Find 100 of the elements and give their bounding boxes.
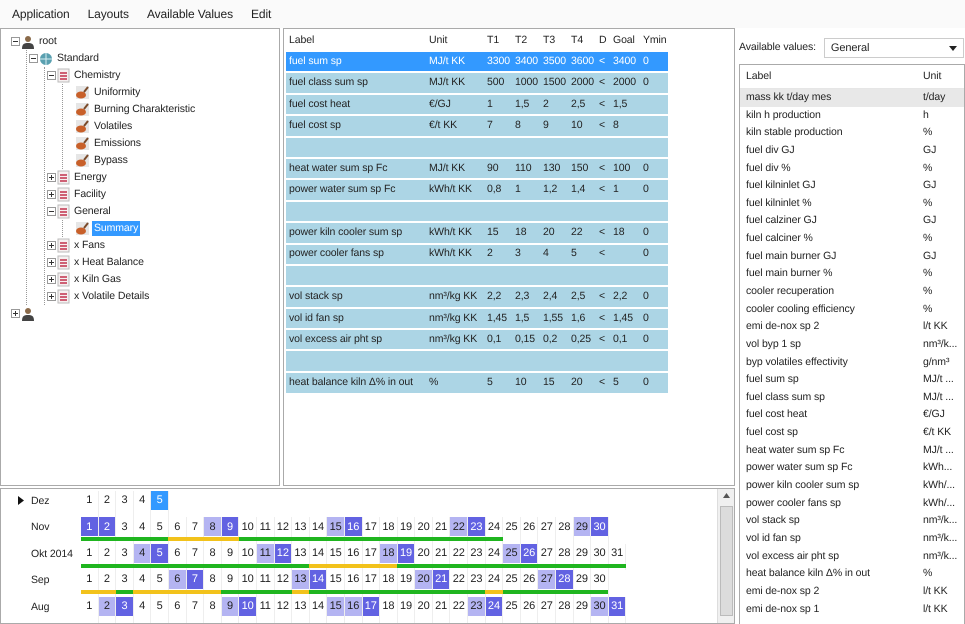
day-cell[interactable]: 4 [134,517,150,536]
day-cell[interactable]: 12 [274,570,292,590]
day-cell[interactable]: 7 [186,596,204,616]
day-cell[interactable]: 10 [239,544,256,563]
list-item[interactable]: emi de-nox sp 1 [740,602,923,618]
tree-item[interactable]: General [72,204,113,220]
day-cell[interactable]: 26 [520,517,538,536]
day-cell[interactable]: 5 [151,544,168,563]
list-item[interactable]: fuel main burner % [740,266,923,282]
expand-icon[interactable] [10,309,20,318]
day-cell[interactable]: 21 [432,596,450,616]
day-cell[interactable]: 2 [98,544,116,563]
tree-item[interactable]: root [37,34,59,50]
list-item[interactable]: emi de-nox sp 2 [740,584,923,600]
list-item[interactable]: power water sum sp Fc [740,460,923,476]
day-cell[interactable]: 14 [310,570,326,590]
day-cell[interactable]: 25 [503,596,520,616]
day-cell[interactable]: 9 [222,544,238,563]
list-item[interactable]: fuel sum sp [740,372,923,388]
tree-item[interactable]: Facility [72,186,108,202]
day-cell[interactable]: 17 [362,517,380,536]
day-cell[interactable]: 29 [574,517,590,536]
day-cell[interactable]: 14 [310,596,326,616]
day-cell[interactable]: 30 [591,544,608,563]
day-cell[interactable]: 3 [116,570,133,590]
day-cell[interactable]: 13 [292,517,309,536]
day-cell[interactable]: 9 [222,570,238,590]
list-item[interactable]: vol excess air pht sp [740,548,923,564]
day-cell[interactable]: 20 [415,544,432,563]
day-cell[interactable]: 28 [556,596,573,616]
menu-item[interactable]: Layouts [88,5,129,23]
list-item[interactable]: power kiln cooler sum sp [740,478,923,494]
day-cell[interactable]: 28 [556,517,573,536]
day-cell[interactable]: 2 [98,570,116,590]
day-cell[interactable]: 3 [116,544,133,563]
day-cell[interactable]: 4 [134,544,150,563]
expand-icon[interactable] [46,173,56,182]
tree-item[interactable]: Bypass [92,152,130,168]
day-cell[interactable]: 3 [116,491,133,510]
day-cell[interactable]: 20 [415,596,432,616]
column-header[interactable]: Label [740,68,923,84]
day-cell[interactable]: 13 [292,544,309,563]
day-cell[interactable]: 27 [538,517,556,536]
day-cell[interactable]: 10 [239,517,256,536]
day-cell[interactable]: 29 [574,570,590,590]
column-header[interactable]: Unit [923,68,964,84]
day-cell[interactable]: 22 [450,596,468,616]
values-dropdown[interactable]: General [824,38,964,58]
list-item[interactable]: vol byp 1 sp [740,336,923,353]
day-cell[interactable]: 19 [398,517,414,536]
expand-icon[interactable] [46,292,56,301]
day-cell[interactable]: 24 [486,596,502,616]
day-cell[interactable]: 23 [468,570,485,590]
day-cell[interactable]: 27 [538,544,556,563]
tree-item[interactable]: x Heat Balance [72,254,146,270]
day-cell[interactable]: 8 [204,596,221,616]
day-cell[interactable]: 6 [168,544,186,563]
day-cell[interactable]: 9 [222,517,238,536]
day-cell[interactable]: 11 [256,570,274,590]
day-cell[interactable]: 12 [274,517,292,536]
day-cell[interactable]: 19 [398,570,414,590]
day-cell[interactable]: 10 [239,570,256,590]
day-cell[interactable]: 11 [256,517,274,536]
day-cell[interactable]: 6 [168,570,186,590]
day-cell[interactable]: 16 [344,570,362,590]
tree-item[interactable]: Energy [72,170,109,186]
list-item[interactable]: fuel calciner % [740,231,923,247]
day-cell[interactable]: 30 [591,517,608,536]
list-item[interactable]: kiln h production [740,108,923,124]
month-label[interactable]: Aug [31,600,50,616]
day-cell[interactable]: 27 [538,596,556,616]
tree-item[interactable]: Standard [55,50,101,66]
day-cell[interactable]: 16 [344,596,362,616]
expand-icon[interactable] [46,275,56,284]
month-label[interactable]: Sep [31,573,50,589]
day-cell[interactable]: 1 [81,570,98,590]
day-cell[interactable]: 20 [415,570,432,590]
day-cell[interactable]: 1 [81,596,98,616]
tree-item[interactable]: x Volatile Details [72,288,152,304]
list-item[interactable]: fuel main burner GJ [740,248,923,264]
day-cell[interactable]: 10 [239,596,256,616]
list-item[interactable]: fuel kilninlet GJ [740,178,923,194]
day-cell[interactable]: 18 [380,570,397,590]
day-cell[interactable]: 21 [432,517,450,536]
day-cell[interactable]: 6 [168,596,186,616]
day-cell[interactable]: 4 [134,596,150,616]
day-cell[interactable]: 30 [591,596,608,616]
day-cell[interactable]: 7 [186,517,204,536]
expand-icon[interactable] [46,258,56,267]
list-item[interactable]: fuel calziner GJ [740,213,923,230]
day-cell[interactable]: 1 [81,517,98,536]
day-cell[interactable]: 18 [380,544,397,563]
tree-item[interactable]: x Fans [72,238,107,254]
day-cell[interactable]: 14 [310,517,326,536]
day-cell[interactable]: 29 [574,596,590,616]
day-cell[interactable]: 16 [344,517,362,536]
day-cell[interactable]: 9 [222,596,238,616]
day-cell[interactable]: 20 [415,517,432,536]
list-item[interactable]: mass kk t/day mes [740,90,923,106]
day-cell[interactable]: 24 [486,517,502,536]
